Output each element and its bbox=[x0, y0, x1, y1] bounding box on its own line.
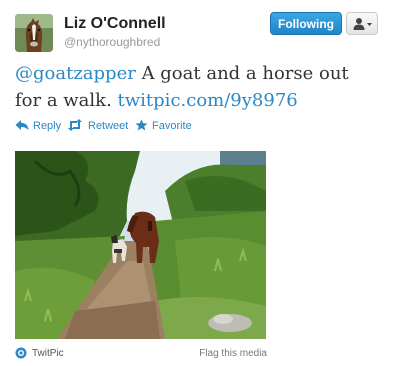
author-avatar[interactable] bbox=[15, 14, 53, 52]
media-footer: TwitPic Flag this media bbox=[15, 347, 267, 361]
retweet-label: Retweet bbox=[88, 120, 129, 132]
reply-label: Reply bbox=[33, 120, 62, 132]
twitpic-link[interactable]: twitpic.com/9y8976 bbox=[118, 90, 298, 111]
star-icon bbox=[135, 119, 148, 131]
tweet-text: @goatzapper A goat and a horse out for a… bbox=[15, 60, 380, 114]
mention-link[interactable]: @goatzapper bbox=[15, 63, 136, 84]
goat-and-horse-photo bbox=[15, 151, 266, 339]
user-actions-dropdown-button[interactable] bbox=[346, 12, 378, 35]
favorite-label: Favorite bbox=[152, 120, 192, 132]
tweet-card: Liz O'Connell @nythoroughbred Following … bbox=[0, 0, 395, 366]
media-provider-link[interactable]: TwitPic bbox=[32, 348, 64, 359]
twitpic-logo-icon bbox=[15, 347, 27, 359]
retweet-action[interactable]: Retweet bbox=[67, 118, 133, 134]
tweet-media-photo[interactable] bbox=[15, 151, 266, 339]
author-handle[interactable]: @nythoroughbred bbox=[64, 35, 160, 49]
following-button[interactable]: Following bbox=[270, 12, 342, 35]
reply-action[interactable]: Reply bbox=[15, 118, 61, 134]
retweet-arrows-icon bbox=[68, 119, 82, 131]
flag-media-link[interactable]: Flag this media bbox=[199, 348, 267, 359]
caret-down-icon bbox=[367, 23, 372, 26]
user-silhouette-icon bbox=[353, 18, 372, 30]
author-name[interactable]: Liz O'Connell bbox=[64, 15, 166, 33]
favorite-action[interactable]: Favorite bbox=[135, 118, 205, 134]
horse-avatar-image bbox=[15, 14, 53, 52]
reply-arrow-icon bbox=[15, 120, 29, 130]
